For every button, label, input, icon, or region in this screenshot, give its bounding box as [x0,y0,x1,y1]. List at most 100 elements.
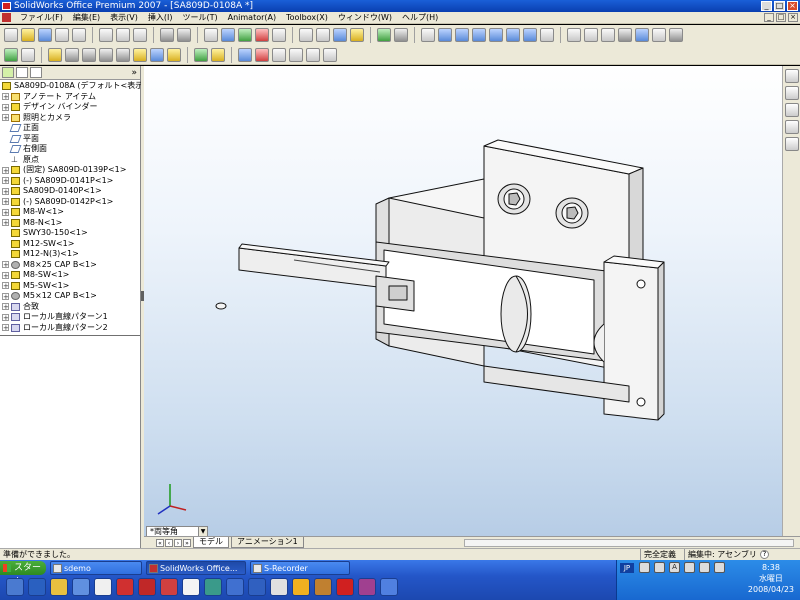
tree-item[interactable]: + (-) SA809D-0142P<1> [0,197,140,208]
shaded-edges-icon[interactable] [618,28,632,42]
zoom-fit-icon[interactable] [438,28,452,42]
ime-settings-icon[interactable] [714,562,725,573]
shaded-icon[interactable] [635,28,649,42]
expand-icon[interactable]: + [2,292,9,300]
paste-icon[interactable] [133,28,147,42]
pdf-icon[interactable] [160,578,178,596]
tree-item[interactable]: 正面 [0,123,140,134]
language-indicator[interactable]: JP [620,563,634,573]
app-icon[interactable] [226,578,244,596]
close-button[interactable]: × [787,1,798,11]
document-icon[interactable] [94,578,112,596]
tree-item[interactable]: + M8-SW<1> [0,270,140,281]
maximize-button[interactable]: □ [774,1,785,11]
ime-input-icon[interactable]: A [669,562,680,573]
rebuild-icon[interactable] [255,28,269,42]
tree-item[interactable]: + M5×12 CAP B<1> [0,291,140,302]
menu-animator[interactable]: Animator(A) [223,12,282,23]
tree-item[interactable]: 右側面 [0,144,140,155]
help-icon[interactable]: ? [760,550,769,559]
insert-component-icon[interactable] [333,28,347,42]
tree-item[interactable]: M12-SW<1> [0,239,140,250]
expand-icon[interactable]: + [2,114,9,122]
expand-icon[interactable]: + [2,198,9,206]
tree-item[interactable]: + (-) SA809D-0141P<1> [0,176,140,187]
grid-icon[interactable] [299,28,313,42]
taskbar-button-srecorder[interactable]: S-Recorder [250,561,350,575]
rotate-view-icon[interactable] [506,28,520,42]
link-icon[interactable] [377,28,391,42]
folder-icon[interactable] [292,578,310,596]
ime-dictionary-icon[interactable] [684,562,695,573]
menu-toolbox[interactable]: Toolbox(X) [281,12,333,23]
document-icon[interactable] [2,13,11,22]
expand-icon[interactable]: + [2,219,9,227]
menu-edit[interactable]: 編集(E) [68,12,105,23]
cut-icon[interactable] [99,28,113,42]
hide-show-icon[interactable] [421,28,435,42]
prev-tab-icon[interactable]: ‹ [165,538,173,547]
tree-item[interactable]: + M5-SW<1> [0,281,140,292]
expand-icon[interactable]: + [2,303,9,311]
property-manager-tab-icon[interactable] [16,67,28,78]
view-orientation-icon[interactable] [540,28,554,42]
expand-icon[interactable]: + [2,261,9,269]
resources-icon[interactable] [785,69,799,83]
section-view-icon[interactable] [652,28,666,42]
appearance-icon[interactable] [167,47,181,62]
toolbox-browser-icon[interactable] [255,47,269,62]
zoom-area-icon[interactable] [455,28,469,42]
tree-item[interactable]: + M8-N<1> [0,218,140,229]
media-player-icon[interactable] [72,578,90,596]
tree-item[interactable]: + M8×25 CAP B<1> [0,260,140,271]
zoom-in-out-icon[interactable] [472,28,486,42]
design-library-icon[interactable] [785,86,799,100]
graphics-viewport[interactable] [144,66,800,536]
doc-close-button[interactable]: × [788,13,798,22]
internet-explorer-icon[interactable] [28,578,46,596]
expand-icon[interactable]: + [2,271,9,279]
horizontal-scrollbar[interactable] [464,539,794,547]
doc-restore-button[interactable]: □ [776,13,786,22]
print-preview-icon[interactable] [72,28,86,42]
start-button[interactable]: スタート [0,561,46,587]
assembly-model-view[interactable] [144,66,800,536]
toolbox-icon[interactable] [150,47,164,62]
photoworks-icon[interactable] [194,47,208,62]
tree-root[interactable]: SA809D-0108A (デフォルト<表示状態 [0,81,159,92]
smart-fasteners-icon[interactable] [99,47,113,62]
menu-insert[interactable]: 挿入(I) [143,12,178,23]
expand-icon[interactable]: + [2,93,9,101]
mate-icon[interactable] [350,28,364,42]
solidworks-icon[interactable] [336,578,354,596]
taskbar-button-solidworks[interactable]: SolidWorks Office... [146,561,246,575]
expand-icon[interactable]: + [2,103,9,111]
hidden-lines-removed-icon[interactable] [601,28,615,42]
tree-item[interactable]: + 合致 [0,302,140,313]
smart-dimension-icon[interactable] [238,28,252,42]
interference-icon[interactable] [133,47,147,62]
acrobat-icon[interactable] [182,578,200,596]
menu-file[interactable]: ファイル(F) [15,12,68,23]
collapse-panel-icon[interactable]: » [131,68,137,78]
next-tab-icon[interactable]: › [174,538,182,547]
mate-reference-icon[interactable] [289,47,303,62]
expand-icon[interactable]: + [2,208,9,216]
solidworks-app-icon[interactable] [2,2,11,10]
clock[interactable]: 8:38 水曜日 2008/04/23 [748,562,794,595]
linear-pattern-icon[interactable] [323,47,337,62]
show-desktop-icon[interactable] [6,578,24,596]
expand-icon[interactable]: + [2,166,9,174]
solidworks-icon[interactable] [138,578,156,596]
tree-item[interactable]: + (固定) SA809D-0139P<1> [0,165,140,176]
title-bar[interactable]: SolidWorks Office Premium 2007 - [SA809D… [0,0,800,12]
menu-window[interactable]: ウィンドウ(W) [333,12,397,23]
configuration-manager-tab-icon[interactable] [30,67,42,78]
image-icon[interactable] [270,578,288,596]
redo-icon[interactable] [177,28,191,42]
bolt-library-icon[interactable] [272,47,286,62]
tree-item[interactable]: SWY30-150<1> [0,228,140,239]
save-icon[interactable] [38,28,52,42]
network-icon[interactable] [248,578,266,596]
tree-item[interactable]: ⊥ 原点 [0,155,140,166]
